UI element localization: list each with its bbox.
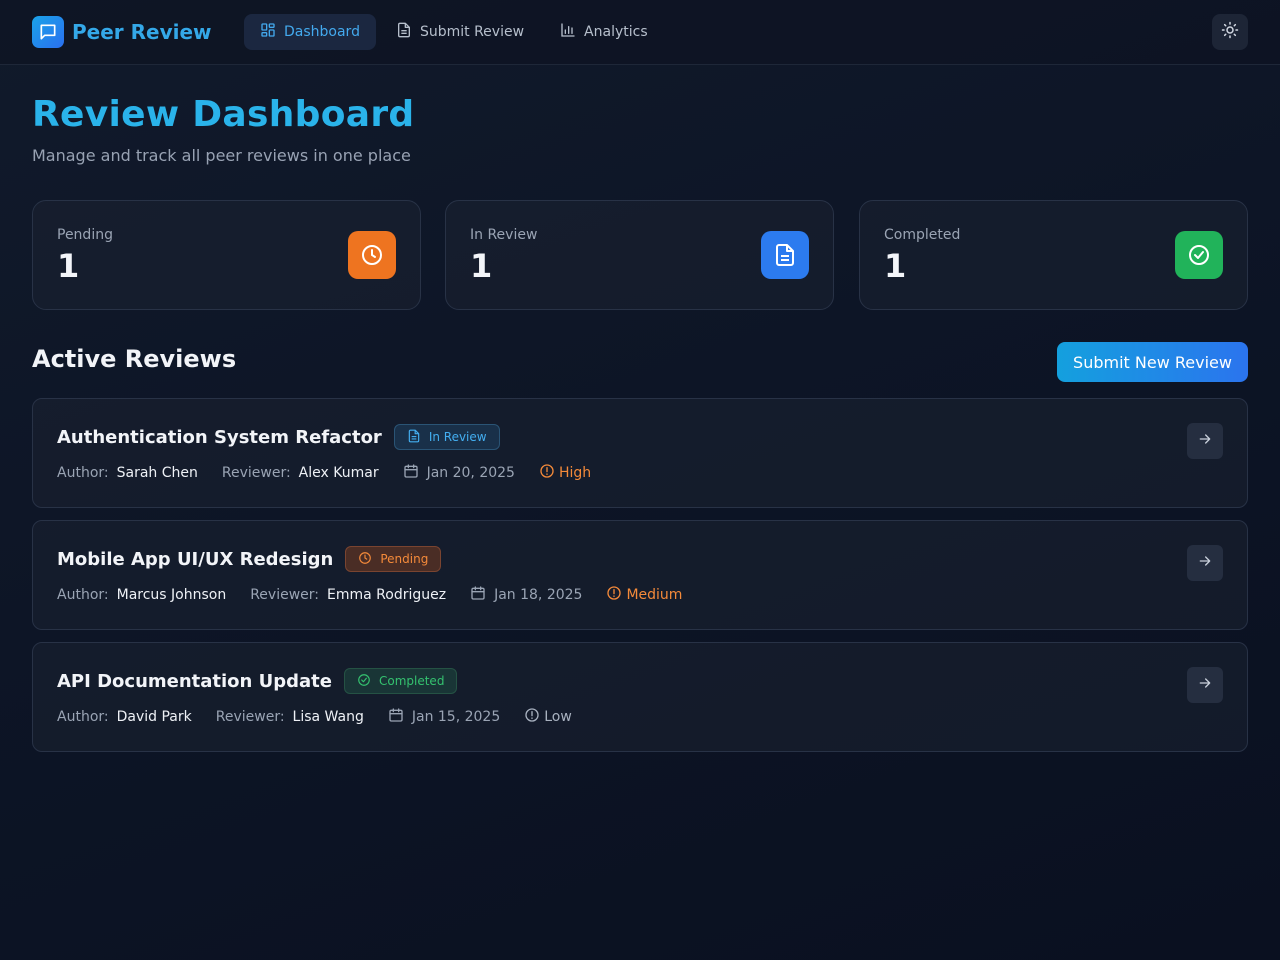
review-header: Mobile App UI/UX Redesign Pending	[57, 545, 442, 573]
open-review-button[interactable]	[1187, 667, 1223, 703]
grid-icon	[260, 22, 284, 42]
bar-chart-icon	[560, 22, 584, 42]
priority-text: Low	[544, 709, 572, 725]
author-name: Sarah Chen	[116, 465, 198, 481]
calendar-icon	[470, 585, 494, 605]
calendar-icon	[403, 463, 427, 483]
stat-value: 1	[470, 247, 493, 285]
review-meta: Author: David Park Reviewer: Lisa Wang J…	[57, 707, 572, 727]
stat-label: Completed	[884, 227, 961, 243]
main-nav: Dashboard Submit Review Analytics	[244, 14, 668, 50]
review-meta: Author: Sarah Chen Reviewer: Alex Kumar …	[57, 463, 591, 483]
stat-card-in-review: In Review 1	[445, 200, 834, 310]
arrow-right-icon	[1197, 553, 1213, 573]
app-name: Peer Review	[72, 20, 212, 44]
review-card[interactable]: Mobile App UI/UX Redesign Pending Author…	[32, 520, 1248, 630]
review-title: API Documentation Update	[57, 670, 332, 692]
reviewer-label: Reviewer:	[250, 587, 319, 603]
review-card[interactable]: Authentication System Refactor In Review…	[32, 398, 1248, 508]
author-label: Author:	[57, 465, 109, 481]
status-label: In Review	[428, 430, 487, 444]
chat-bubble-icon	[32, 16, 64, 48]
review-date: Jan 20, 2025	[403, 463, 515, 483]
theme-toggle-button[interactable]	[1212, 14, 1248, 50]
nav-item-submit-review[interactable]: Submit Review	[380, 14, 540, 50]
nav-item-analytics[interactable]: Analytics	[544, 14, 664, 50]
review-header: API Documentation Update Completed	[57, 667, 458, 695]
priority-text: High	[558, 465, 592, 481]
priority-indicator: Low	[524, 707, 572, 727]
status-label: Pending	[380, 552, 429, 566]
status-badge: Completed	[343, 668, 458, 694]
review-meta: Author: Marcus Johnson Reviewer: Emma Ro…	[57, 585, 682, 605]
open-review-button[interactable]	[1187, 423, 1223, 459]
calendar-icon	[388, 707, 412, 727]
nav-item-label: Dashboard	[284, 24, 360, 40]
priority-indicator: Medium	[606, 585, 682, 605]
nav-item-label: Submit Review	[419, 24, 525, 40]
arrow-right-icon	[1197, 675, 1213, 695]
review-date: Jan 15, 2025	[388, 707, 500, 727]
clock-icon	[358, 551, 380, 568]
date-text: Jan 18, 2025	[494, 587, 583, 603]
check-circle-icon	[1175, 231, 1223, 279]
arrow-right-icon	[1197, 431, 1213, 451]
nav-item-dashboard[interactable]: Dashboard	[244, 14, 376, 50]
priority-indicator: High	[539, 463, 591, 483]
alert-circle-icon	[524, 707, 544, 727]
stat-label: Pending	[57, 227, 113, 243]
date-text: Jan 20, 2025	[426, 465, 515, 481]
priority-text: Medium	[626, 587, 683, 603]
check-circle-icon	[357, 673, 379, 690]
review-date: Jan 18, 2025	[470, 585, 582, 605]
reviewer-name: Lisa Wang	[292, 709, 364, 725]
clock-icon	[348, 231, 396, 279]
stat-label: In Review	[470, 227, 538, 243]
sun-icon	[1221, 21, 1239, 43]
review-title: Mobile App UI/UX Redesign	[57, 548, 334, 570]
section-title: Active Reviews	[32, 345, 237, 373]
stat-card-completed: Completed 1	[859, 200, 1248, 310]
reviewer-label: Reviewer:	[221, 465, 291, 481]
open-review-button[interactable]	[1187, 545, 1223, 581]
reviewer-name: Emma Rodriguez	[327, 587, 447, 603]
review-card[interactable]: API Documentation Update Completed Autho…	[32, 642, 1248, 752]
author-name: Marcus Johnson	[116, 587, 227, 603]
stat-card-pending: Pending 1	[32, 200, 421, 310]
date-text: Jan 15, 2025	[411, 709, 501, 725]
reviewer-name: Alex Kumar	[298, 465, 379, 481]
status-badge: Pending	[345, 546, 442, 572]
nav-item-label: Analytics	[584, 24, 648, 40]
alert-circle-icon	[539, 463, 559, 483]
review-header: Authentication System Refactor In Review	[57, 423, 500, 451]
app-logo[interactable]: Peer Review	[32, 16, 212, 48]
author-name: David Park	[116, 709, 192, 725]
document-icon	[396, 22, 420, 42]
author-label: Author:	[57, 709, 109, 725]
submit-new-review-button[interactable]: Submit New Review	[1057, 342, 1248, 382]
page-subtitle: Manage and track all peer reviews in one…	[32, 146, 411, 165]
page-title: Review Dashboard	[32, 94, 415, 135]
top-navigation-bar: Peer Review Dashboard Submit Review Anal…	[0, 0, 1280, 65]
document-icon	[407, 429, 429, 446]
document-icon	[761, 231, 809, 279]
reviewer-label: Reviewer:	[215, 709, 285, 725]
status-label: Completed	[378, 674, 445, 688]
author-label: Author:	[57, 587, 109, 603]
alert-circle-icon	[606, 585, 626, 605]
stat-value: 1	[57, 247, 80, 285]
status-badge: In Review	[393, 424, 500, 450]
stat-value: 1	[884, 247, 907, 285]
review-title: Authentication System Refactor	[57, 426, 382, 448]
